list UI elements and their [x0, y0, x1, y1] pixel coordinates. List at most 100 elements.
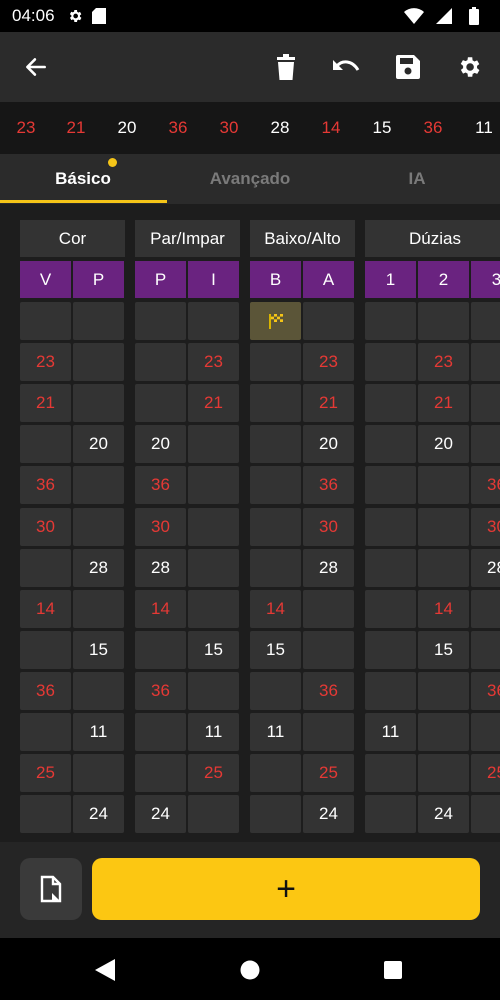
cell-value: 23 [36, 352, 55, 372]
undo-button[interactable] [327, 47, 367, 87]
grid-cell [188, 302, 239, 340]
cell-value: 14 [434, 598, 453, 618]
grid-cell: 14 [418, 589, 469, 628]
back-button[interactable] [16, 47, 56, 87]
grid-cell: 14 [20, 589, 71, 628]
grid-cell: 20 [418, 425, 469, 464]
grid-cell [365, 795, 416, 834]
grid-cell [20, 713, 71, 751]
grid-cell [418, 302, 469, 340]
grid-cell [250, 548, 301, 587]
grid-cell: 25 [303, 754, 354, 793]
grid-cell [365, 302, 416, 340]
grid-cell [250, 754, 301, 793]
delete-button[interactable] [266, 47, 306, 87]
sub-header-P: P [73, 261, 124, 298]
cell-value: 23 [434, 352, 453, 372]
grid-cell: 23 [418, 343, 469, 382]
grid-cell [135, 343, 186, 382]
history-number: 21 [66, 118, 86, 137]
tab-básico[interactable]: Básico [0, 154, 166, 204]
cell-value: 21 [36, 393, 55, 413]
group-header-2: Baixo/Alto [250, 220, 355, 257]
grid-cell: 30 [303, 507, 354, 546]
undo-icon [333, 60, 360, 71]
grid-cell: 30 [135, 507, 186, 546]
save-icon [396, 55, 420, 79]
report-button[interactable] [20, 858, 82, 920]
tab-bar: Básico Avançado IA [0, 154, 500, 204]
grid-cell [188, 548, 239, 587]
grid-cell [418, 466, 469, 505]
grid-cell [250, 507, 301, 546]
grid-cell [365, 425, 416, 464]
settings-button[interactable] [449, 47, 489, 87]
grid-cell [365, 589, 416, 628]
grid-cell [365, 507, 416, 546]
nav-recents-icon [384, 961, 402, 979]
grid-cell [73, 507, 124, 546]
grid-cell: 28 [73, 548, 124, 587]
grid-cell [250, 671, 301, 710]
nav-back-button[interactable] [91, 956, 119, 984]
grid-cell [471, 630, 500, 669]
cell-value: 24 [89, 804, 108, 824]
nav-home-button[interactable] [236, 956, 264, 984]
sub-header-label: 3 [491, 269, 500, 289]
sub-header-3: 3 [471, 261, 500, 298]
tab-avançado[interactable]: Avançado [167, 154, 333, 204]
cell-value: 15 [266, 639, 285, 659]
grid-cell [250, 795, 301, 834]
grid-cell: 23 [303, 343, 354, 382]
grid-cell: 24 [303, 795, 354, 834]
cell-value: 20 [89, 434, 108, 454]
grid-cell: 15 [250, 630, 301, 669]
grid-cell [73, 384, 124, 423]
grid-cell: 11 [365, 713, 416, 751]
grid-cell [20, 548, 71, 587]
sub-header-1: 1 [365, 261, 416, 298]
grid-cell: 14 [250, 589, 301, 628]
grid-cell [303, 630, 354, 669]
grid-cell: 25 [20, 754, 71, 793]
grid-cell [365, 384, 416, 423]
cell-value: 30 [319, 516, 338, 536]
grid-cell: 20 [73, 425, 124, 464]
grid-cell: 14 [135, 589, 186, 628]
grid-cell [303, 713, 354, 751]
cell-value: 21 [434, 393, 453, 413]
sub-header-2: 2 [418, 261, 469, 298]
group-title: Dúzias [409, 228, 461, 248]
nav-recents-button[interactable] [379, 956, 407, 984]
grid-cell [471, 713, 500, 751]
grid-cell [418, 713, 469, 751]
grid-cell [418, 507, 469, 546]
grid-cell [135, 302, 186, 340]
cell-value: 24 [434, 804, 453, 824]
tab-label: IA [408, 169, 426, 188]
grid-cell [73, 466, 124, 505]
tab-ia[interactable]: IA [334, 154, 500, 204]
save-button[interactable] [388, 47, 428, 87]
grid-cell [365, 630, 416, 669]
history-number: 11 [475, 118, 493, 137]
cell-value: 21 [319, 393, 338, 413]
history-number: 23 [16, 118, 36, 137]
grid-cell [73, 754, 124, 793]
sub-header-label: I [211, 269, 216, 289]
group-header-0: Cor [20, 220, 125, 257]
grid-cell: 36 [471, 671, 500, 710]
grid-cell: 36 [303, 466, 354, 505]
grid-cell [418, 754, 469, 793]
grid-cell [135, 754, 186, 793]
grid-cell [303, 302, 354, 340]
cell-value: 11 [204, 722, 223, 741]
cell-value: 14 [36, 598, 55, 618]
grid-cell: 24 [418, 795, 469, 834]
status-time: 04:06 [12, 6, 55, 25]
history-number: 36 [423, 118, 443, 137]
cell-value: 36 [151, 475, 170, 495]
back-arrow-icon [26, 58, 46, 76]
sub-header-label: 1 [385, 269, 396, 289]
add-number-button[interactable]: + [92, 858, 480, 920]
